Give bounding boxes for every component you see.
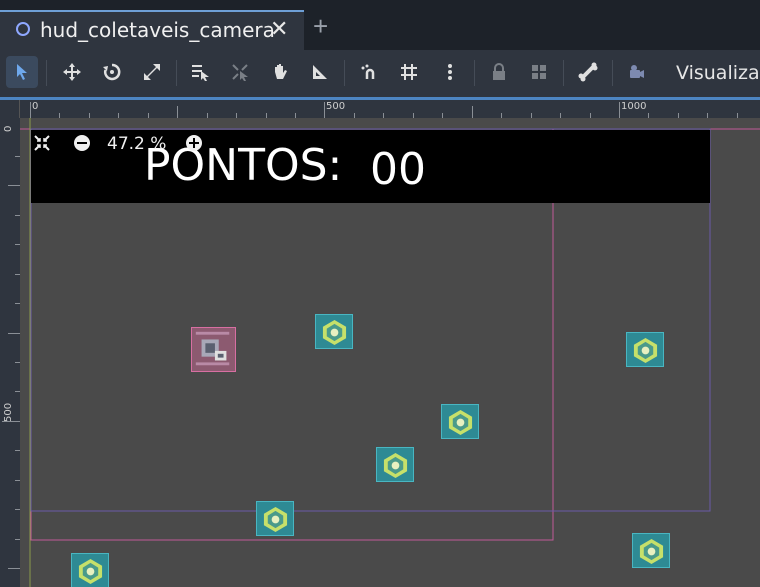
scale-tool-button[interactable] <box>136 56 168 88</box>
ruler-tick <box>8 185 20 186</box>
collectible-node[interactable] <box>315 314 353 349</box>
ruler-tick <box>8 333 20 334</box>
close-tab-button[interactable]: ✕ <box>270 16 288 42</box>
list-select-button[interactable] <box>184 56 216 88</box>
score-value[interactable]: 00 <box>370 144 426 195</box>
minus-icon <box>74 135 90 151</box>
collectible-icon <box>78 558 103 585</box>
ruler-icon <box>313 65 327 79</box>
score-label[interactable]: PONTOS: <box>144 140 342 191</box>
pan-tool-button[interactable] <box>264 56 296 88</box>
rotate-tool-button[interactable] <box>96 56 128 88</box>
scene-tab-bar: hud_coletaveis_camera ✕ + <box>0 0 760 50</box>
view-menu[interactable]: Visualizar <box>676 62 760 84</box>
collectible-icon <box>383 452 408 479</box>
list-select-icon <box>192 65 209 81</box>
ruler-label: 1000 <box>621 101 647 112</box>
smart-snap-toggle[interactable] <box>354 56 386 88</box>
camera-icon <box>630 65 644 78</box>
ruler-tick <box>2 421 20 422</box>
left-ruler[interactable]: 0 500 <box>0 118 20 587</box>
ruler-corner <box>0 100 20 118</box>
ruler-tick <box>324 102 325 118</box>
add-scene-button[interactable]: + <box>313 12 328 40</box>
scene-circle-icon <box>16 22 30 36</box>
collectible-icon <box>263 506 288 533</box>
select-arrow-icon <box>17 64 27 80</box>
ruler-tick <box>30 102 31 118</box>
collectible-node[interactable] <box>71 553 109 587</box>
move-icon <box>63 63 81 81</box>
collectible-node[interactable] <box>626 332 664 367</box>
collectible-icon <box>448 409 473 436</box>
ruler-tool-button[interactable] <box>304 56 336 88</box>
group-button[interactable] <box>523 56 555 88</box>
lock-icon <box>493 63 505 80</box>
ruler-tick <box>8 568 20 569</box>
grid-snap-icon <box>401 64 417 80</box>
toolbar-separator <box>176 60 177 86</box>
hand-icon <box>275 64 287 79</box>
zoom-out-button[interactable] <box>72 133 92 153</box>
player-sprite-icon <box>195 331 230 366</box>
zoom-in-button[interactable] <box>184 133 204 153</box>
lock-button[interactable] <box>483 56 515 88</box>
rotate-icon <box>103 63 121 81</box>
grid-snap-toggle[interactable] <box>393 56 425 88</box>
skeleton-button[interactable] <box>572 56 604 88</box>
zoom-reset-icon <box>34 135 50 151</box>
zoom-reset-button[interactable] <box>32 133 52 153</box>
plus-icon <box>186 135 202 151</box>
select-tool-button[interactable] <box>6 56 38 88</box>
toolbar-separator <box>46 60 47 86</box>
toolbar-separator <box>612 60 613 86</box>
ruler-tick <box>177 106 178 118</box>
player-node[interactable] <box>191 327 236 372</box>
scene-tab[interactable]: hud_coletaveis_camera ✕ <box>0 10 304 50</box>
canvas-toolbar: Visualizar <box>0 50 760 97</box>
collectible-icon <box>322 319 347 346</box>
collectible-node[interactable] <box>441 404 479 439</box>
snap-options-button[interactable] <box>434 56 466 88</box>
collectible-icon <box>633 337 658 364</box>
pivot-tool-button[interactable] <box>224 56 256 88</box>
scale-icon <box>144 64 160 80</box>
group-icon <box>532 65 546 79</box>
ruler-tick <box>619 102 620 118</box>
ruler-tick <box>472 106 473 118</box>
toolbar-separator <box>563 60 564 86</box>
collectible-node[interactable] <box>256 501 294 536</box>
pivot-icon <box>232 64 248 81</box>
toolbar-separator <box>344 60 345 86</box>
collectible-node[interactable] <box>376 447 414 482</box>
zoom-level[interactable]: 47.2 % <box>107 134 166 154</box>
ruler-label: 500 <box>3 402 14 422</box>
camera-override-button[interactable] <box>620 56 652 88</box>
move-tool-button[interactable] <box>56 56 88 88</box>
collectible-node[interactable] <box>632 533 670 568</box>
collectible-icon <box>639 538 664 565</box>
top-ruler[interactable]: 0 500 1000 <box>20 100 760 118</box>
ruler-label: 0 <box>32 101 39 112</box>
magnet-snap-icon <box>361 64 375 79</box>
bone-icon <box>578 62 598 82</box>
vertical-dots-icon <box>448 64 452 80</box>
ruler-label: 500 <box>326 101 346 112</box>
ruler-label: 0 <box>3 125 14 132</box>
scene-tab-title: hud_coletaveis_camera <box>40 18 275 42</box>
toolbar-separator <box>474 60 475 86</box>
